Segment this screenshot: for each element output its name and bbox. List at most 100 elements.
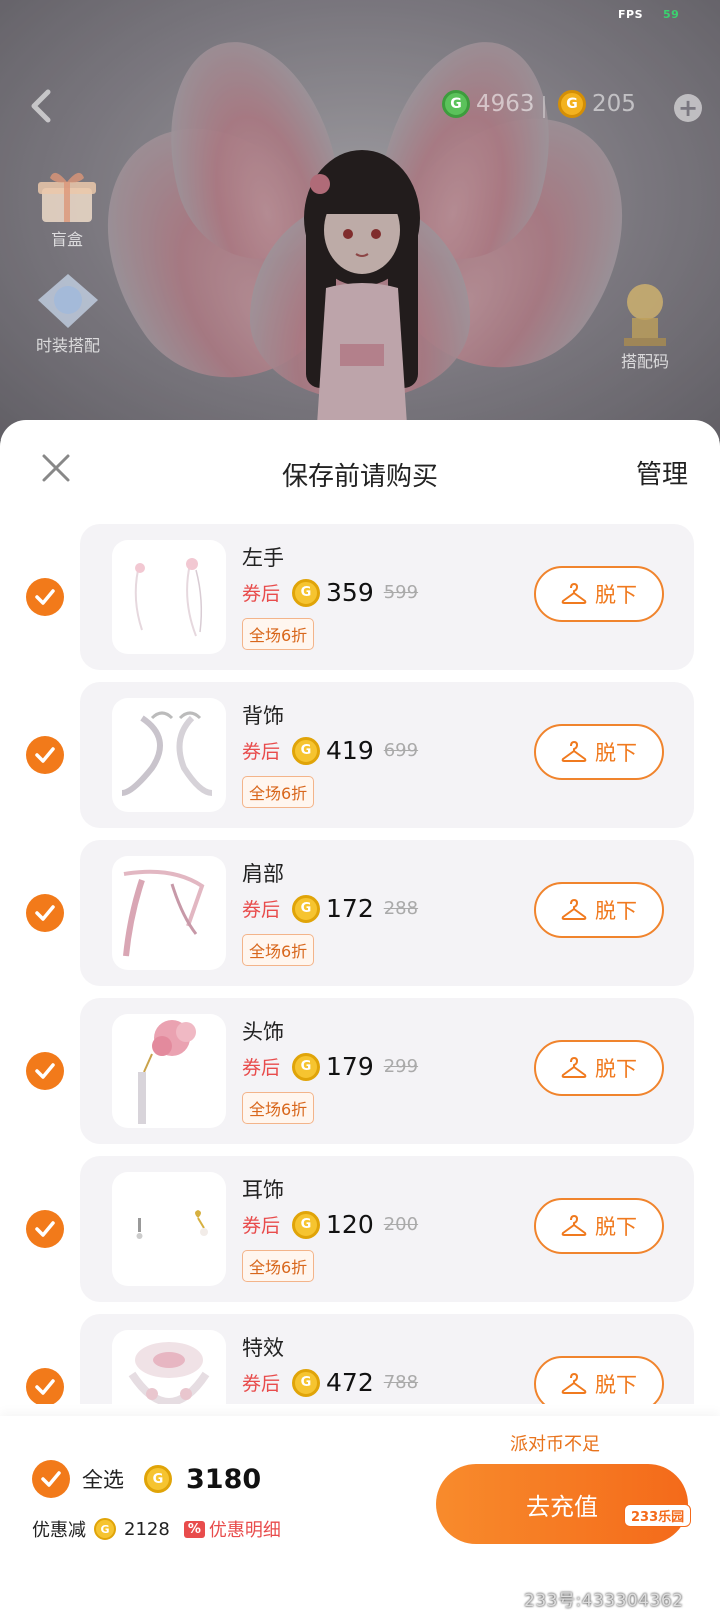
party-coin-icon: G: [292, 1210, 321, 1239]
currency-gold-balance: G 205: [558, 90, 636, 118]
party-coin-icon: G: [292, 578, 321, 607]
checkbox-checked-icon[interactable]: [26, 1368, 64, 1404]
item-price: 179: [326, 1052, 374, 1081]
list-item: 耳饰 券后 G 120 200 全场6折 脱下: [0, 1156, 720, 1304]
scene-dim-overlay: [0, 0, 720, 440]
savings-label: 优惠减: [32, 1520, 86, 1541]
list-item: 肩部 券后 G 172 288 全场6折 脱下: [0, 840, 720, 988]
coupon-label: 券后: [242, 583, 281, 605]
item-card[interactable]: 左手 券后 G 359 599 全场6折 脱下: [80, 524, 694, 670]
item-name: 耳饰: [242, 1178, 284, 1202]
checkbox-checked-icon[interactable]: [26, 578, 64, 616]
item-price: 172: [326, 894, 374, 923]
item-list[interactable]: 左手 券后 G 359 599 全场6折 脱下 背饰 券后 G 419 699 …: [0, 524, 720, 1404]
fps-counter: FPS 59: [618, 8, 680, 21]
item-thumbnail: [112, 1014, 226, 1128]
party-coin-icon: G: [292, 1368, 321, 1397]
price-line: 券后 G 179 299: [242, 1052, 418, 1081]
item-original-price: 788: [383, 1372, 419, 1393]
g-coin-icon: G: [442, 90, 470, 118]
avatar-preview-scene: FPS 59 G 4963 G 205 + 盲盒 时装搭配 搭配码: [0, 0, 720, 440]
hanger-icon: [561, 1373, 587, 1394]
item-card[interactable]: 耳饰 券后 G 120 200 全场6折 脱下: [80, 1156, 694, 1302]
item-thumbnail: [112, 1330, 226, 1404]
item-price: 419: [326, 736, 374, 765]
item-name: 头饰: [242, 1020, 284, 1044]
coupon-label: 券后: [242, 741, 281, 763]
hanger-icon: [561, 1215, 587, 1236]
gold-coin-icon: G: [558, 90, 586, 118]
item-card[interactable]: 背饰 券后 G 419 699 全场6折 脱下: [80, 682, 694, 828]
select-all-checkbox-icon[interactable]: [32, 1460, 70, 1498]
price-line: 券后 G 419 699: [242, 736, 418, 765]
checkbox-checked-icon[interactable]: [26, 736, 64, 774]
add-currency-icon[interactable]: +: [674, 94, 702, 122]
take-off-button[interactable]: 脱下: [534, 882, 664, 938]
take-off-button[interactable]: 脱下: [534, 724, 664, 780]
item-price: 120: [326, 1210, 374, 1239]
take-off-button[interactable]: 脱下: [534, 1040, 664, 1096]
discount-badge: 全场6折: [242, 1250, 315, 1282]
item-name: 肩部: [242, 862, 284, 886]
take-off-button[interactable]: 脱下: [534, 1356, 664, 1404]
party-coin-icon: G: [292, 894, 321, 923]
party-coin-icon: G: [292, 1052, 321, 1081]
price-line: 券后 G 472 788: [242, 1368, 418, 1397]
checkbox-checked-icon[interactable]: [26, 894, 64, 932]
take-off-button[interactable]: 脱下: [534, 1198, 664, 1254]
hanger-icon: [561, 899, 587, 920]
trophy-icon: [624, 284, 666, 346]
checkout-bar: 派对币不足 全选 G 3180 优惠减 G 2128 % 优惠明细 去充值 23…: [0, 1416, 720, 1612]
item-name: 特效: [242, 1336, 284, 1360]
checkbox-checked-icon[interactable]: [26, 1210, 64, 1248]
item-card[interactable]: 特效 券后 G 472 788 全场6折 脱下: [80, 1314, 694, 1404]
outfit-code-button[interactable]: 搭配码: [618, 278, 672, 372]
discount-detail-link[interactable]: % 优惠明细: [183, 1516, 281, 1542]
coupon-label: 券后: [242, 1215, 281, 1237]
item-name: 左手: [242, 546, 284, 570]
percent-icon: %: [183, 1520, 205, 1538]
item-name: 背饰: [242, 704, 284, 728]
purchase-sheet: 保存前请购买 管理 左手 券后 G 359 599 全场6折 脱下 背饰 券后 …: [0, 420, 720, 1612]
take-off-button[interactable]: 脱下: [534, 566, 664, 622]
outfit-button[interactable]: 时装搭配: [34, 270, 102, 356]
price-line: 券后 G 172 288: [242, 894, 418, 923]
select-all-control[interactable]: 全选 G 3180: [32, 1460, 261, 1498]
price-line: 券后 G 359 599: [242, 578, 418, 607]
sheet-title: 保存前请购买: [281, 462, 438, 492]
insufficient-balance-notice: 派对币不足: [510, 1434, 600, 1455]
hanger-icon: [561, 583, 587, 604]
outfit-icon: [38, 274, 98, 328]
savings-value: 2128: [124, 1518, 170, 1540]
savings-summary: 优惠减 G 2128 % 优惠明细: [32, 1516, 281, 1542]
sheet-header: 保存前请购买 管理: [0, 420, 720, 524]
item-price: 472: [326, 1368, 374, 1397]
list-item: 头饰 券后 G 179 299 全场6折 脱下: [0, 998, 720, 1146]
item-thumbnail: [112, 540, 226, 654]
back-arrow-icon[interactable]: [24, 86, 58, 126]
party-coin-icon: G: [144, 1465, 172, 1493]
item-card[interactable]: 头饰 券后 G 179 299 全场6折 脱下: [80, 998, 694, 1144]
currency-divider: [543, 96, 545, 118]
item-original-price: 200: [383, 1214, 419, 1235]
item-original-price: 699: [383, 740, 419, 761]
currency-green-balance: G 4963: [442, 90, 535, 118]
discount-badge: 全场6折: [242, 618, 315, 650]
watermark-logo: 233乐园: [624, 1504, 692, 1527]
item-price: 359: [326, 578, 374, 607]
select-all-label: 全选: [82, 1468, 124, 1492]
item-original-price: 288: [383, 898, 419, 919]
watermark-id: 233号:433304362: [524, 1591, 684, 1611]
party-coin-icon: G: [94, 1518, 116, 1540]
item-card[interactable]: 肩部 券后 G 172 288 全场6折 脱下: [80, 840, 694, 986]
list-item: 特效 券后 G 472 788 全场6折 脱下: [0, 1314, 720, 1404]
blind-box-button[interactable]: 盲盒: [36, 166, 98, 250]
checkbox-checked-icon[interactable]: [26, 1052, 64, 1090]
list-item: 左手 券后 G 359 599 全场6折 脱下: [0, 524, 720, 672]
coupon-label: 券后: [242, 899, 281, 921]
item-thumbnail: [112, 856, 226, 970]
item-thumbnail: [112, 1172, 226, 1286]
party-coin-icon: G: [292, 736, 321, 765]
item-thumbnail: [112, 698, 226, 812]
manage-button[interactable]: 管理: [636, 454, 688, 491]
